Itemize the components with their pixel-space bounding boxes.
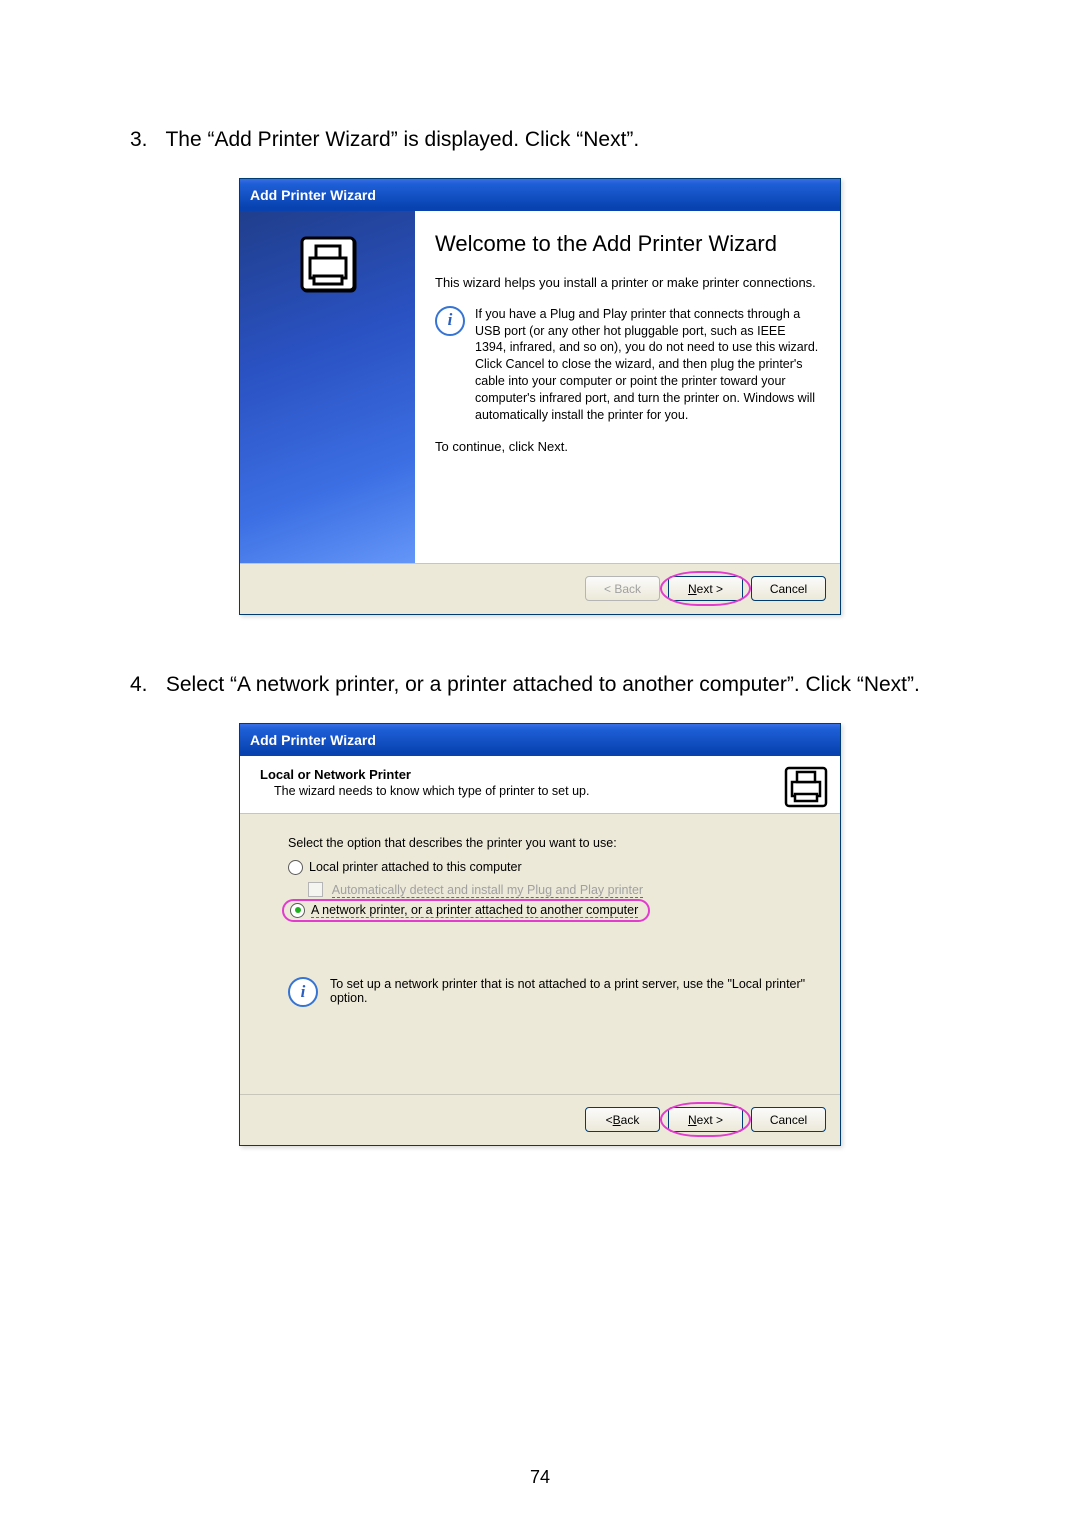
wizard-2-info-text: To set up a network printer that is not … bbox=[330, 977, 812, 1007]
wizard-1-info-row: i If you have a Plug and Play printer th… bbox=[435, 306, 820, 424]
wizard-1-right: Welcome to the Add Printer Wizard This w… bbox=[415, 211, 840, 563]
step-3-text: 3. The “Add Printer Wizard” is displayed… bbox=[130, 120, 950, 160]
printer-icon bbox=[784, 766, 828, 808]
document-page: 3. The “Add Printer Wizard” is displayed… bbox=[0, 0, 1080, 1528]
next-button[interactable]: Next > bbox=[668, 1107, 743, 1132]
wizard-1-sidebar-art bbox=[240, 211, 415, 563]
network-option-highlight: A network printer, or a printer attached… bbox=[282, 899, 650, 922]
info-icon: i bbox=[288, 977, 318, 1007]
cancel-button[interactable]: Cancel bbox=[751, 1107, 826, 1132]
wizard-2-title: Add Printer Wizard bbox=[250, 732, 376, 748]
cancel-button[interactable]: Cancel bbox=[751, 576, 826, 601]
radio-icon bbox=[290, 903, 305, 918]
wizard-1-titlebar: Add Printer Wizard bbox=[240, 179, 840, 211]
wizard-1-title: Add Printer Wizard bbox=[250, 187, 376, 203]
wizard-2-body: Select the option that describes the pri… bbox=[240, 814, 840, 1094]
wizard-1-dialog: Add Printer Wizard Welcome to the Add Pr… bbox=[239, 178, 841, 615]
info-icon: i bbox=[435, 306, 465, 336]
radio-network-printer[interactable]: A network printer, or a printer attached… bbox=[290, 903, 638, 918]
wizard-2-dialog: Add Printer Wizard Local or Network Prin… bbox=[239, 723, 841, 1146]
info-icon-glyph: i bbox=[301, 982, 306, 1002]
wizard-1-intro: This wizard helps you install a printer … bbox=[435, 274, 820, 292]
wizard-2-wrap: Add Printer Wizard Local or Network Prin… bbox=[130, 723, 950, 1146]
radio-icon bbox=[288, 860, 303, 875]
wizard-1-button-row: < Back Next > Cancel bbox=[240, 563, 840, 614]
step-4-number: 4. bbox=[130, 665, 160, 705]
radio-local-label: Local printer attached to this computer bbox=[309, 860, 522, 874]
next-button-highlight: Next > bbox=[668, 576, 743, 601]
printer-icon bbox=[300, 236, 356, 292]
step-4-body: Select “A network printer, or a printer … bbox=[166, 673, 920, 696]
wizard-1-wrap: Add Printer Wizard Welcome to the Add Pr… bbox=[130, 178, 950, 615]
wizard-2-titlebar: Add Printer Wizard bbox=[240, 724, 840, 756]
next-button-highlight: Next > bbox=[668, 1107, 743, 1132]
wizard-2-button-row: < Back Next > Cancel bbox=[240, 1094, 840, 1145]
next-button[interactable]: Next > bbox=[668, 576, 743, 601]
wizard-1-heading: Welcome to the Add Printer Wizard bbox=[435, 231, 820, 256]
checkbox-icon bbox=[308, 882, 323, 897]
step-4-text: 4. Select “A network printer, or a print… bbox=[130, 665, 950, 705]
step-3-number: 3. bbox=[130, 120, 160, 160]
checkbox-autodetect-label: Automatically detect and install my Plug… bbox=[332, 883, 643, 898]
page-number: 74 bbox=[0, 1467, 1080, 1488]
info-icon-glyph: i bbox=[448, 309, 453, 332]
wizard-2-lead: Select the option that describes the pri… bbox=[288, 836, 812, 850]
checkbox-autodetect-row: Automatically detect and install my Plug… bbox=[288, 879, 812, 897]
radio-network-label: A network printer, or a printer attached… bbox=[311, 903, 638, 918]
step-3-body: The “Add Printer Wizard” is displayed. C… bbox=[165, 128, 639, 151]
back-button[interactable]: < Back bbox=[585, 576, 660, 601]
wizard-2-header-sub: The wizard needs to know which type of p… bbox=[274, 783, 589, 800]
wizard-2-header: Local or Network Printer The wizard need… bbox=[240, 756, 840, 814]
wizard-2-header-title: Local or Network Printer bbox=[260, 766, 589, 784]
wizard-1-info-text: If you have a Plug and Play printer that… bbox=[475, 306, 820, 424]
radio-local-printer[interactable]: Local printer attached to this computer bbox=[288, 860, 812, 875]
wizard-1-continue: To continue, click Next. bbox=[435, 438, 820, 456]
wizard-2-info-row: i To set up a network printer that is no… bbox=[288, 977, 812, 1007]
wizard-1-body: Welcome to the Add Printer Wizard This w… bbox=[240, 211, 840, 563]
back-button[interactable]: < Back bbox=[585, 1107, 660, 1132]
wizard-2-header-left: Local or Network Printer The wizard need… bbox=[260, 766, 589, 800]
